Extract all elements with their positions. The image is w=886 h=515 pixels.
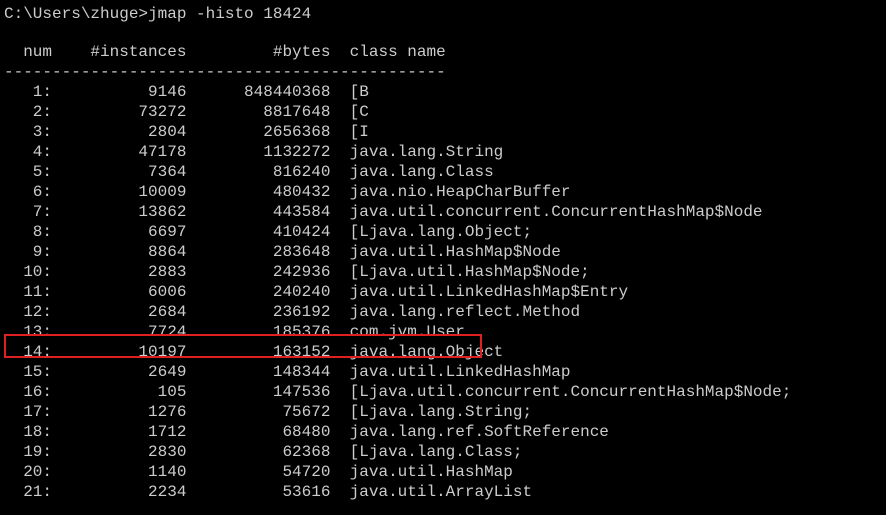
table-row: 9: 8864 283648 java.util.HashMap$Node <box>4 242 882 262</box>
table-header: num #instances #bytes class name <box>4 42 882 62</box>
table-row: 16: 105 147536 [Ljava.util.concurrent.Co… <box>4 382 882 402</box>
table-body: 1: 9146 848440368 [B 2: 73272 8817648 [C… <box>4 82 882 502</box>
table-row: 11: 6006 240240 java.util.LinkedHashMap$… <box>4 282 882 302</box>
table-row: 2: 73272 8817648 [C <box>4 102 882 122</box>
table-row: 17: 1276 75672 [Ljava.lang.String; <box>4 402 882 422</box>
table-row: 20: 1140 54720 java.util.HashMap <box>4 462 882 482</box>
table-row: 13: 7724 185376 com.jvm.User <box>4 322 882 342</box>
table-row: 10: 2883 242936 [Ljava.util.HashMap$Node… <box>4 262 882 282</box>
table-row: 15: 2649 148344 java.util.LinkedHashMap <box>4 362 882 382</box>
table-row: 7: 13862 443584 java.util.concurrent.Con… <box>4 202 882 222</box>
table-row: 3: 2804 2656368 [I <box>4 122 882 142</box>
table-row: 5: 7364 816240 java.lang.Class <box>4 162 882 182</box>
table-row: 1: 9146 848440368 [B <box>4 82 882 102</box>
table-row: 18: 1712 68480 java.lang.ref.SoftReferen… <box>4 422 882 442</box>
table-row: 14: 10197 163152 java.lang.Object <box>4 342 882 362</box>
table-row: 6: 10009 480432 java.nio.HeapCharBuffer <box>4 182 882 202</box>
table-row: 12: 2684 236192 java.lang.reflect.Method <box>4 302 882 322</box>
table-row: 21: 2234 53616 java.util.ArrayList <box>4 482 882 502</box>
prompt-path: C:\Users\zhuge> <box>4 5 148 23</box>
table-divider: ----------------------------------------… <box>4 62 882 82</box>
table-row: 19: 2830 62368 [Ljava.lang.Class; <box>4 442 882 462</box>
table-row: 8: 6697 410424 [Ljava.lang.Object; <box>4 222 882 242</box>
prompt-command: jmap -histo 18424 <box>148 5 311 23</box>
table-row: 4: 47178 1132272 java.lang.String <box>4 142 882 162</box>
command-prompt: C:\Users\zhuge>jmap -histo 18424 <box>4 4 882 24</box>
